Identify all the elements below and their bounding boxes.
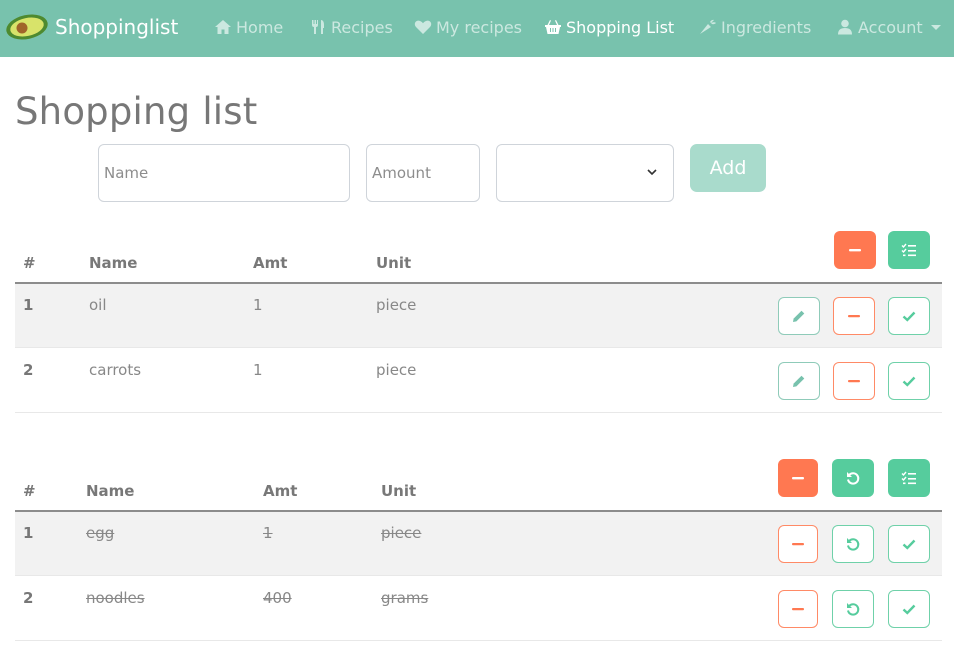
table-row: 1 egg 1 piece [15, 512, 942, 576]
check-button[interactable] [888, 297, 930, 335]
heart-icon [414, 20, 432, 34]
nav-home-label: Home [236, 17, 284, 37]
check-all-button[interactable] [888, 459, 930, 497]
pencil-icon [793, 375, 805, 387]
table-row: 1 oil 1 piece [15, 284, 942, 348]
remove-button[interactable] [833, 297, 875, 335]
nav-recipes[interactable]: Recipes [309, 16, 393, 38]
check-icon [902, 539, 916, 550]
col-header-index: # [23, 482, 36, 500]
check-all-button[interactable] [888, 231, 930, 269]
nav-account-dropdown[interactable]: Account [836, 16, 941, 38]
row-index: 1 [23, 296, 34, 314]
unit-select[interactable] [496, 144, 674, 202]
remove-button[interactable] [778, 590, 818, 628]
row-amount: 1 [253, 296, 263, 314]
edit-button[interactable] [778, 297, 820, 335]
col-header-name: Name [86, 482, 135, 500]
row-index: 2 [23, 589, 34, 607]
restore-button[interactable] [832, 525, 874, 563]
row-unit: piece [376, 296, 417, 314]
remove-all-checked-button[interactable] [778, 459, 818, 497]
nav-home[interactable]: Home [214, 16, 283, 38]
carrot-icon [700, 19, 716, 34]
row-unit: piece [381, 524, 422, 542]
nav-my-recipes-label: My recipes [436, 17, 523, 37]
row-name: noodles [86, 589, 145, 607]
row-unit: piece [376, 361, 417, 379]
remove-all-button[interactable] [834, 231, 876, 269]
pencil-icon [793, 310, 805, 322]
undo-icon [847, 603, 860, 616]
col-header-amount: Amt [253, 254, 288, 272]
edit-button[interactable] [778, 362, 820, 400]
row-amount: 1 [263, 524, 273, 542]
restore-all-button[interactable] [832, 459, 874, 497]
nav-my-recipes[interactable]: My recipes [414, 16, 522, 38]
row-unit: grams [381, 589, 429, 607]
minus-icon [792, 543, 804, 546]
row-amount: 400 [263, 589, 292, 607]
check-button[interactable] [888, 590, 930, 628]
undo-icon [847, 472, 860, 485]
remove-button[interactable] [778, 525, 818, 563]
col-header-unit: Unit [376, 254, 412, 272]
chevron-down-icon [647, 169, 657, 176]
nav-recipes-label: Recipes [331, 17, 393, 37]
restore-button[interactable] [832, 590, 874, 628]
col-header-unit: Unit [381, 482, 417, 500]
brand-name: Shoppinglist [55, 15, 179, 39]
row-index: 1 [23, 524, 34, 542]
col-header-index: # [23, 254, 36, 272]
nav-ingredients[interactable]: Ingredients [699, 16, 811, 38]
nav-shopping-list-label: Shopping List [566, 17, 675, 37]
remove-button[interactable] [833, 362, 875, 400]
home-icon [215, 20, 231, 34]
nav-ingredients-label: Ingredients [721, 17, 812, 37]
check-icon [902, 376, 916, 387]
list-check-icon [901, 243, 916, 257]
minus-icon [848, 380, 860, 383]
nav-shopping-list[interactable]: Shopping List [544, 16, 674, 38]
add-button[interactable]: Add [690, 144, 766, 192]
table-row: 2 carrots 1 piece [15, 349, 942, 413]
page-title: Shopping list [15, 90, 258, 133]
col-header-amount: Amt [263, 482, 298, 500]
nav-account-label: Account [858, 17, 923, 37]
check-icon [902, 604, 916, 615]
navbar: Shoppinglist Home Recipes My recipes Sho… [0, 0, 954, 57]
row-name: carrots [89, 361, 142, 379]
user-icon [838, 19, 852, 35]
check-button[interactable] [888, 362, 930, 400]
check-icon [902, 311, 916, 322]
brand[interactable]: Shoppinglist [4, 10, 178, 44]
col-header-name: Name [89, 254, 138, 272]
minus-icon [849, 249, 861, 252]
name-input[interactable] [98, 144, 350, 202]
undo-icon [847, 538, 860, 551]
basket-icon [545, 20, 561, 34]
row-amount: 1 [253, 361, 263, 379]
row-index: 2 [23, 361, 34, 379]
table-row: 2 noodles 400 grams [15, 577, 942, 641]
minus-icon [848, 315, 860, 318]
avocado-logo-icon [6, 14, 48, 40]
check-button[interactable] [888, 525, 930, 563]
amount-input[interactable] [366, 144, 480, 202]
list-check-icon [901, 471, 916, 485]
utensils-icon [312, 20, 324, 34]
caret-down-icon [930, 24, 941, 30]
minus-icon [792, 477, 804, 480]
row-name: oil [89, 296, 107, 314]
minus-icon [792, 608, 804, 611]
row-name: egg [86, 524, 115, 542]
